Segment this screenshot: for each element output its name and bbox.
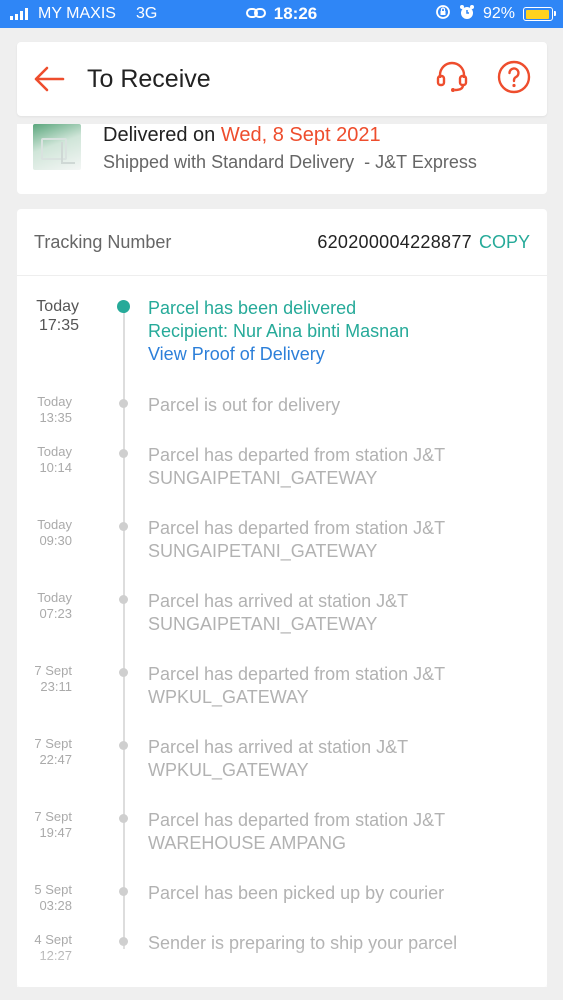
event-date: Today: [37, 394, 72, 409]
event-line: Parcel is out for delivery: [148, 395, 341, 415]
event-time: 03:28: [39, 898, 72, 913]
copy-button[interactable]: COPY: [479, 232, 530, 253]
event-date: 7 Sept: [34, 663, 72, 678]
event-time: 09:30: [39, 533, 72, 548]
event-description: Sender is preparing to ship your parcel: [148, 932, 528, 955]
event-time: 12:27: [39, 948, 72, 963]
event-line: WPKUL_GATEWAY: [148, 687, 309, 707]
event-date: 7 Sept: [34, 736, 72, 751]
event-line: Parcel has departed from station J&T: [148, 518, 446, 538]
timeline-dot: [117, 300, 130, 313]
tracking-label: Tracking Number: [34, 231, 172, 252]
event-line: Sender is preparing to ship your parcel: [148, 933, 458, 953]
tracking-number: 620200004228877: [317, 231, 472, 252]
clock-time: 18:26: [273, 4, 318, 23]
event-datetime: 5 Sept 03:28: [17, 882, 72, 914]
event-time: 22:47: [39, 752, 72, 767]
event-date: 7 Sept: [34, 809, 72, 824]
delivered-date: Wed, 8 Sept 2021: [220, 124, 381, 146]
product-thumbnail: [33, 124, 81, 170]
signal-icon: [10, 8, 28, 20]
shipping-method: Shipped with Standard Delivery - J&T Exp…: [103, 152, 477, 172]
event-line: SUNGAIPETANI_GATEWAY: [148, 614, 378, 634]
event-line: Parcel has departed from station J&T: [148, 810, 446, 830]
timeline-dot: [119, 937, 128, 946]
event-description: Parcel has departed from station J&T WPKU…: [148, 663, 528, 709]
event-line: Parcel has departed from station J&T: [148, 664, 446, 684]
tracking-card: Tracking Number 620200004228877 COPY Tod…: [17, 209, 547, 987]
event-line: Parcel has been delivered: [148, 298, 357, 318]
timeline-dot: [119, 887, 128, 896]
status-bar: MY MAXIS 3G 18:26 92%: [0, 0, 563, 28]
event-line: SUNGAIPETANI_GATEWAY: [148, 468, 378, 488]
event-date: Today: [37, 517, 72, 532]
event-date: Today: [37, 590, 72, 605]
event-datetime: 4 Sept 12:27: [17, 932, 72, 964]
event-line: Recipient: Nur Aina binti Masnan: [148, 321, 410, 341]
event-line: WAREHOUSE AMPANG: [148, 833, 347, 853]
tracking-number-row: Tracking Number 620200004228877 COPY: [17, 209, 547, 276]
view-proof-of-delivery-link[interactable]: View Proof of Delivery: [148, 343, 528, 366]
alarm-icon: [459, 4, 475, 25]
delivery-summary: Delivered on Wed, 8 Sept 2021 Shipped wi…: [17, 124, 547, 194]
timeline-dot: [119, 449, 128, 458]
delivered-prefix: Delivered on: [103, 124, 216, 146]
rotation-lock-icon: [435, 4, 451, 25]
event-description: Parcel has arrived at station J&T SUNGAIP…: [148, 590, 528, 636]
event-time: 07:23: [39, 606, 72, 621]
event-datetime: Today 13:35: [17, 394, 72, 426]
event-description: Parcel is out for delivery: [148, 394, 528, 417]
event-line: Parcel has arrived at station J&T: [148, 591, 409, 611]
event-datetime: Today 10:14: [17, 444, 72, 476]
timeline-dot: [119, 814, 128, 823]
network-type: 3G: [135, 5, 158, 22]
battery-percent: 92%: [482, 5, 515, 22]
delivered-status: Delivered on Wed, 8 Sept 2021: [103, 124, 381, 147]
event-time: 13:35: [39, 410, 72, 425]
timeline-dot: [119, 595, 128, 604]
event-description: Parcel has departed from station J&T SUNG…: [148, 444, 528, 490]
timeline-dot: [119, 522, 128, 531]
event-datetime: 7 Sept 22:47: [17, 736, 72, 768]
event-datetime: 7 Sept 19:47: [17, 809, 72, 841]
event-datetime: Today 09:30: [17, 517, 72, 549]
battery-icon: [523, 7, 556, 21]
event-line: SUNGAIPETANI_GATEWAY: [148, 541, 378, 561]
event-description: Parcel has departed from station J&T SUNG…: [148, 517, 528, 563]
event-time: 10:14: [39, 460, 72, 475]
event-datetime: Today 07:23: [17, 590, 72, 622]
question-circle-icon[interactable]: [497, 60, 531, 99]
event-time: 19:47: [39, 825, 72, 840]
page-title: To Receive: [87, 64, 211, 93]
page-header: To Receive: [17, 42, 547, 116]
event-description: Parcel has been delivered Recipient: Nur …: [148, 297, 528, 366]
event-date: Today: [36, 298, 79, 315]
event-time: 17:35: [38, 317, 79, 334]
event-line: Parcel has arrived at station J&T: [148, 737, 409, 757]
timeline-dot: [119, 668, 128, 677]
headset-icon[interactable]: [435, 61, 469, 98]
timeline-dot: [119, 741, 128, 750]
carrier-name: MY MAXIS: [38, 5, 116, 22]
event-date: 5 Sept: [34, 882, 72, 897]
event-line: Parcel has departed from station J&T: [148, 445, 446, 465]
event-time: 23:11: [40, 679, 72, 694]
event-description: Parcel has arrived at station J&T WPKUL_G…: [148, 736, 528, 782]
event-date: Today: [37, 444, 72, 459]
event-date: 4 Sept: [34, 932, 72, 947]
back-arrow-icon[interactable]: [33, 61, 69, 97]
event-line: WPKUL_GATEWAY: [148, 760, 309, 780]
timeline-dot: [119, 399, 128, 408]
event-description: Parcel has departed from station J&T WARE…: [148, 809, 528, 855]
event-description: Parcel has been picked up by courier: [148, 882, 528, 905]
event-datetime: Today 17:35: [17, 297, 79, 335]
event-datetime: 7 Sept 23:11: [17, 663, 72, 695]
event-line: Parcel has been picked up by courier: [148, 883, 445, 903]
link-icon: [245, 4, 266, 24]
battery-level: [525, 9, 549, 19]
